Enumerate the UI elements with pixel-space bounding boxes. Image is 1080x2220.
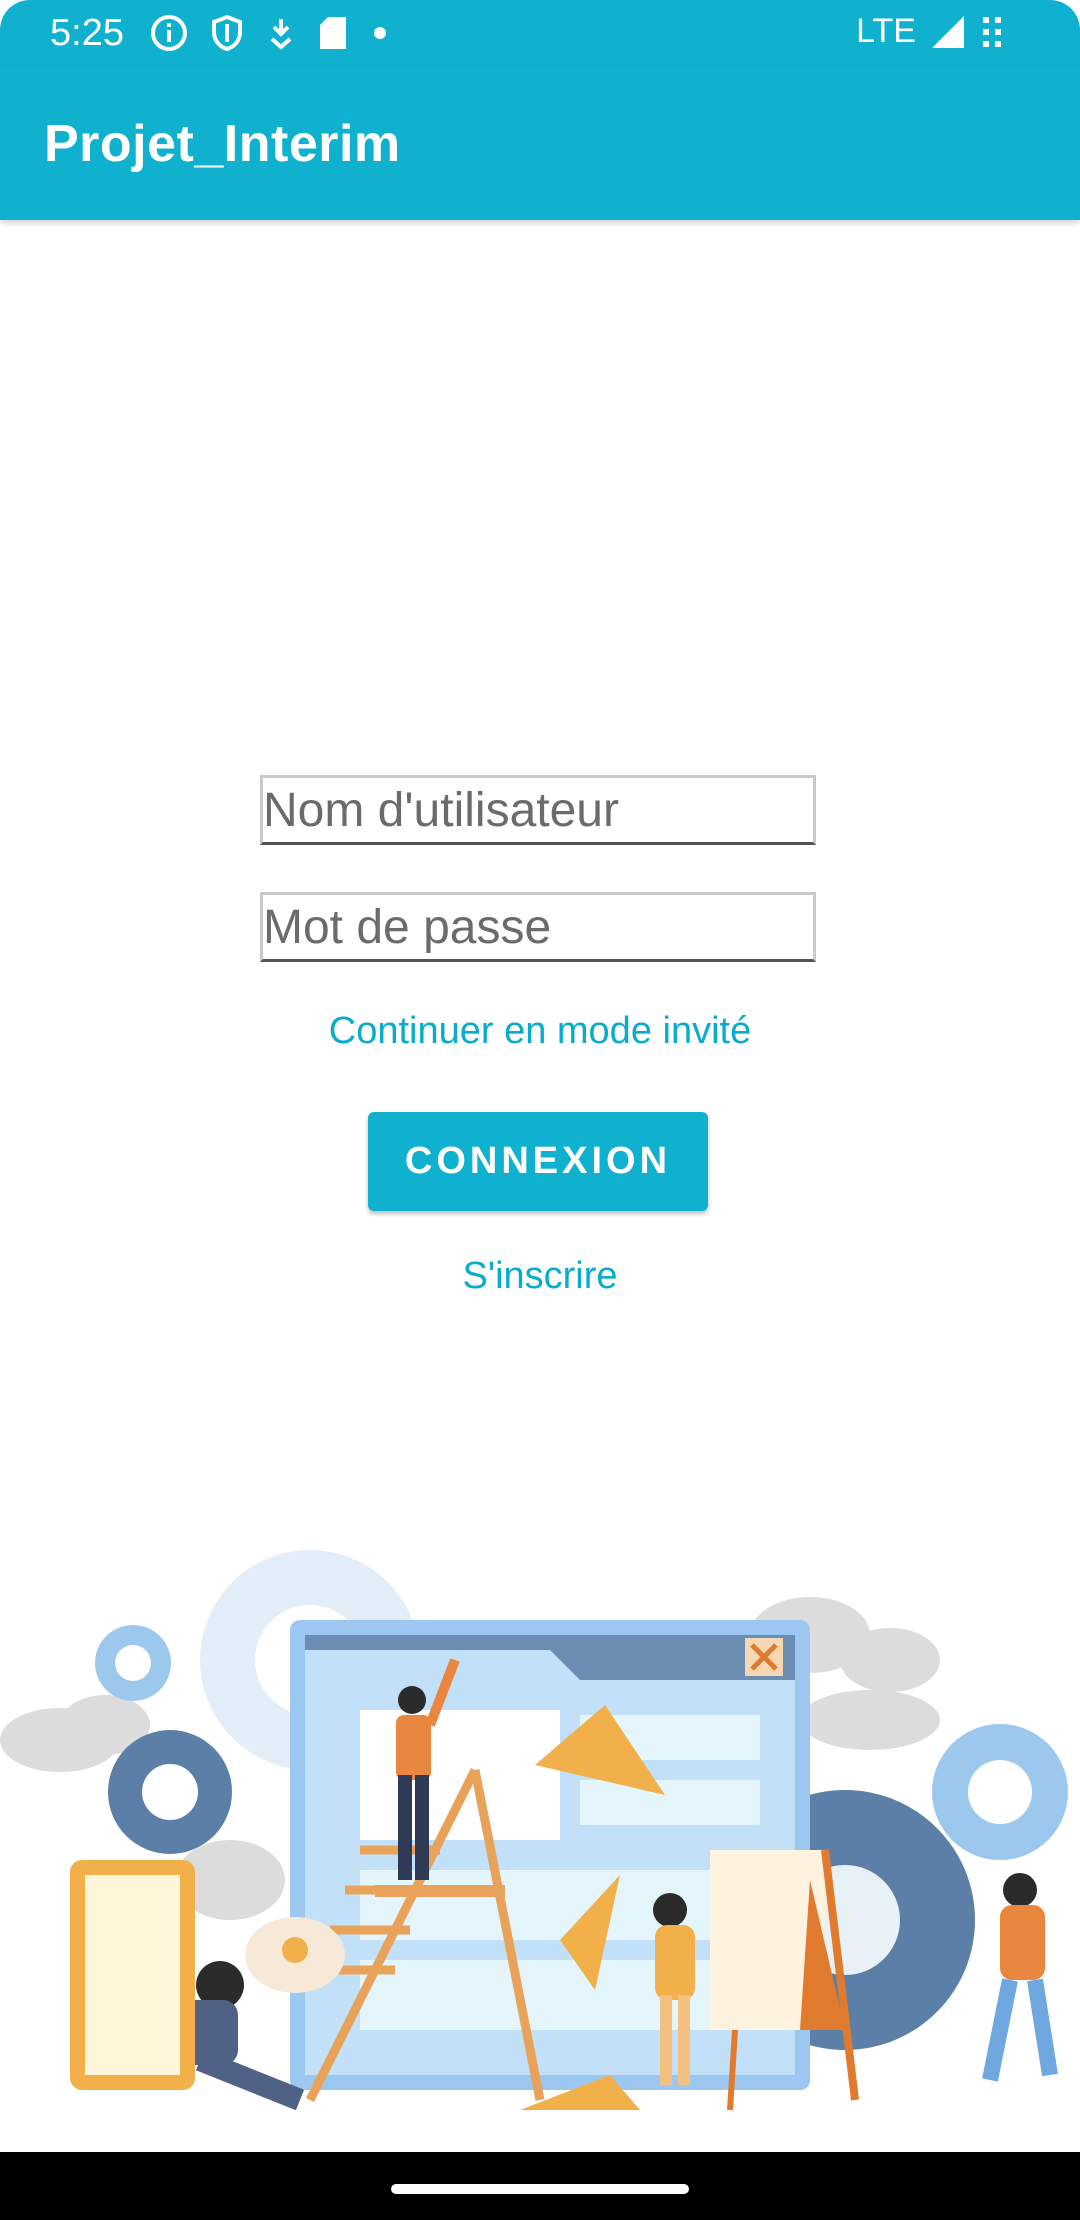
username-input[interactable] bbox=[263, 778, 813, 842]
status-time: 5:25 bbox=[50, 12, 124, 54]
status-icons-right: LTE bbox=[856, 12, 1004, 51]
status-bar: 5:25 LTE bbox=[0, 0, 1080, 66]
connexion-button[interactable]: CONNEXION bbox=[368, 1112, 708, 1211]
signal-icon bbox=[932, 15, 964, 48]
password-field[interactable] bbox=[260, 892, 816, 962]
app-title: Projet_Interim bbox=[44, 115, 401, 173]
status-icons-left bbox=[150, 14, 390, 52]
app-bar: Projet_Interim bbox=[0, 66, 1080, 220]
battery-icon bbox=[983, 16, 1001, 47]
dot-icon bbox=[374, 27, 386, 39]
download-icon bbox=[270, 19, 292, 50]
shield-icon bbox=[212, 14, 242, 52]
username-field[interactable] bbox=[260, 775, 816, 845]
guest-mode-link[interactable]: Continuer en mode invité bbox=[0, 1010, 1080, 1053]
signup-link[interactable]: S'inscrire bbox=[0, 1255, 1080, 1298]
password-input[interactable] bbox=[263, 895, 813, 959]
info-icon bbox=[151, 15, 187, 51]
network-type: LTE bbox=[856, 12, 916, 50]
sd-card-icon bbox=[320, 17, 346, 49]
login-illustration bbox=[0, 1550, 1068, 2111]
lightbulb-icon bbox=[245, 1917, 345, 1993]
person-pushing bbox=[982, 1873, 1058, 2082]
home-gesture-handle[interactable] bbox=[391, 2184, 689, 2194]
